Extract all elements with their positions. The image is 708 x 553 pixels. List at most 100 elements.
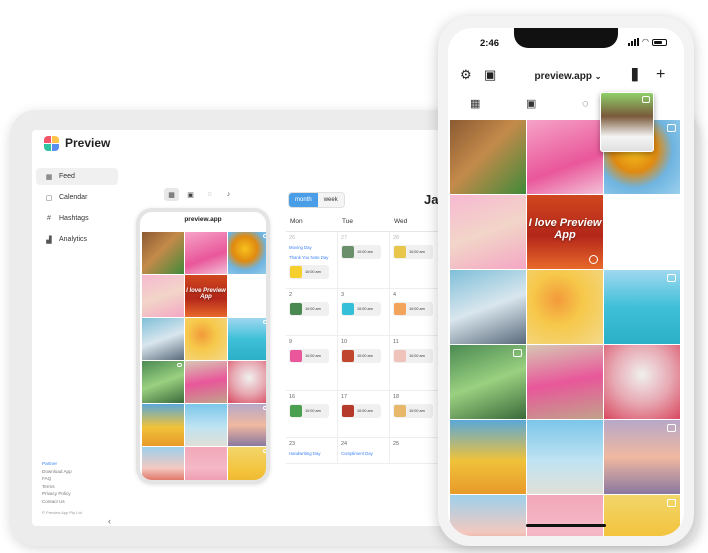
grid-post[interactable] — [604, 270, 680, 344]
sidebar-item-feed[interactable]: ▦ Feed — [36, 168, 118, 185]
scheduled-post[interactable]: 10:00 am — [289, 349, 329, 363]
grid-post[interactable] — [527, 495, 603, 536]
grid-post[interactable] — [228, 404, 266, 446]
sidebar-item-calendar[interactable]: ▢ Calendar — [36, 189, 118, 206]
grid-post[interactable] — [185, 361, 227, 403]
scheduled-post[interactable]: 10:00 am — [341, 302, 381, 316]
holiday-event[interactable]: Compliment Day — [341, 451, 386, 456]
holiday-event[interactable]: Thank You Note Day — [289, 255, 334, 260]
calendar-day-cell[interactable]: 17 10:00 am — [338, 391, 390, 437]
calendar-day-cell[interactable]: 26 Moving Day Thank You Note Day 10:00 am — [286, 232, 338, 288]
grid-post[interactable] — [142, 361, 184, 403]
calendar-day-cell[interactable]: 11 10:00 am — [390, 336, 442, 390]
dragged-post-preview[interactable] — [600, 92, 654, 152]
grid-post[interactable] — [142, 404, 184, 446]
post-time: 10:00 am — [305, 270, 321, 274]
scheduled-post[interactable]: 10:00 am — [341, 245, 381, 259]
week-view-button[interactable]: week — [317, 193, 344, 207]
grid-post[interactable] — [142, 318, 184, 360]
grid-post[interactable] — [228, 447, 266, 480]
grid-post[interactable] — [450, 420, 526, 494]
grid-post[interactable] — [604, 195, 680, 269]
grid-post[interactable] — [527, 420, 603, 494]
stories-icon[interactable]: ◌ — [582, 98, 589, 110]
calendar-icon[interactable]: ▣ — [484, 68, 496, 82]
account-switcher[interactable]: preview.app ⌄ — [518, 71, 618, 82]
collapse-sidebar-button[interactable]: ‹ — [108, 516, 111, 526]
grid-post[interactable] — [185, 232, 227, 274]
sidebar-item-analytics[interactable]: ▟ Analytics — [36, 231, 118, 248]
calendar-day-cell[interactable]: 3 10:00 am — [338, 289, 390, 335]
calendar-day-cell[interactable]: 28 10:00 am — [390, 232, 442, 288]
scheduled-post[interactable]: 10:00 am — [341, 404, 381, 418]
grid-post[interactable] — [450, 495, 526, 536]
grid-post[interactable] — [527, 120, 603, 194]
footer-link[interactable]: Privacy Policy — [42, 490, 82, 498]
hash-icon: # — [47, 215, 51, 222]
reels-icon[interactable]: ▣ — [526, 98, 536, 110]
grid-post[interactable] — [527, 270, 603, 344]
scheduled-post[interactable]: 10:00 am — [289, 265, 329, 279]
stories-icon[interactable]: ◌ — [202, 188, 217, 201]
calendar-day-cell[interactable]: 18 10:00 am — [390, 391, 442, 437]
calendar-day-cell[interactable]: 9 10:00 am — [286, 336, 338, 390]
plus-icon[interactable]: + — [656, 67, 665, 83]
footer-link[interactable]: FAQ — [42, 475, 82, 483]
grid-post[interactable] — [185, 318, 227, 360]
tiktok-icon[interactable]: ♪ — [221, 188, 236, 201]
reels-icon[interactable]: ▣ — [183, 188, 198, 201]
grid-post[interactable] — [142, 275, 184, 317]
footer-link[interactable]: Terms — [42, 483, 82, 491]
grid-post[interactable]: I love Preview App — [527, 195, 603, 269]
grid-post[interactable] — [185, 404, 227, 446]
grid-post[interactable] — [142, 447, 184, 480]
month-view-button[interactable]: month — [289, 193, 318, 207]
holiday-event[interactable]: Handwriting Day — [289, 451, 334, 456]
grid-post[interactable] — [527, 345, 603, 419]
gear-icon[interactable]: ⚙ — [460, 68, 472, 82]
grid-post[interactable] — [228, 275, 266, 317]
calendar-day-cell[interactable]: 25 — [390, 438, 442, 463]
bar-chart-icon[interactable]: ▐▌ — [628, 68, 642, 82]
grid-post[interactable] — [604, 495, 680, 536]
grid-post[interactable] — [450, 120, 526, 194]
grid-post[interactable] — [450, 345, 526, 419]
grid-post[interactable] — [228, 232, 266, 274]
grid-post[interactable] — [142, 232, 184, 274]
scheduled-post[interactable]: 10:00 am — [393, 404, 433, 418]
grid-post[interactable] — [185, 447, 227, 480]
grid-icon[interactable]: ▦ — [470, 98, 480, 110]
grid-post[interactable] — [604, 420, 680, 494]
grid-post[interactable] — [228, 361, 266, 403]
scheduled-post[interactable]: 10:00 am — [341, 349, 381, 363]
reel-icon — [263, 234, 266, 238]
footer-link[interactable]: Contact Us — [42, 498, 82, 506]
grid-post[interactable] — [450, 270, 526, 344]
post-time: 10:00 am — [357, 409, 373, 413]
grid-post[interactable]: I love Preview App — [185, 275, 227, 317]
scheduled-post[interactable]: 10:00 am — [289, 404, 329, 418]
calendar-day-cell[interactable]: 10 10:00 am — [338, 336, 390, 390]
calendar-day-cell[interactable]: 2 10:00 am — [286, 289, 338, 335]
grid-icon[interactable]: ▦ — [164, 188, 179, 201]
calendar-day-cell[interactable]: 4 10:00 am — [390, 289, 442, 335]
scheduled-post[interactable]: 10:00 am — [289, 302, 329, 316]
calendar-day-cell[interactable]: 16 10:00 am — [286, 391, 338, 437]
grid-post[interactable] — [228, 318, 266, 360]
holiday-event[interactable]: Moving Day — [289, 245, 334, 250]
scheduled-post[interactable]: 10:00 am — [393, 245, 433, 259]
bar-chart-icon: ▟ — [46, 236, 52, 244]
grid-post[interactable] — [604, 345, 680, 419]
scheduled-post[interactable]: 10:00 am — [393, 349, 433, 363]
footer-link[interactable]: Download App — [42, 468, 82, 476]
calendar-day-cell[interactable]: 24 Compliment Day — [338, 438, 390, 463]
scheduled-post[interactable]: 10:00 am — [393, 302, 433, 316]
calendar-day-cell[interactable]: 27 10:00 am — [338, 232, 390, 288]
day-number: 16 — [289, 394, 296, 400]
day-number: 17 — [341, 394, 348, 400]
partner-link[interactable]: Partner — [42, 460, 82, 468]
day-number: 24 — [341, 441, 348, 447]
sidebar-item-hashtags[interactable]: # Hashtags — [36, 210, 118, 227]
grid-post[interactable] — [450, 195, 526, 269]
calendar-day-cell[interactable]: 23 Handwriting Day — [286, 438, 338, 463]
